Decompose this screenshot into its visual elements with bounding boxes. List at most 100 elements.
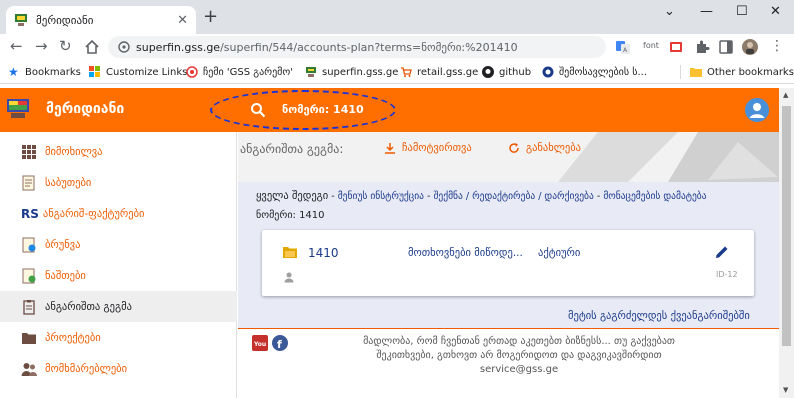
bookmark-label: Customize Links (106, 66, 188, 78)
sidebar-item-chart-of-accounts[interactable]: ანგარიშთა გეგმა (0, 291, 237, 322)
scroll-down-icon[interactable]: ▼ (783, 386, 788, 394)
sidebar-item-label: მიმოხილვა (45, 145, 103, 158)
bookmark-label: Bookmarks (25, 66, 81, 78)
bookmark-retail[interactable]: retail.gss.ge (400, 66, 478, 78)
sidebar-item-overview[interactable]: მიმოხილვა (0, 136, 237, 167)
scroll-up-icon[interactable]: ▲ (783, 91, 788, 99)
grid-icon (22, 144, 36, 159)
sidebar: მიმოხილვა საბუთები RS ანგარიშ-ფაქტურები … (0, 132, 237, 398)
app-name[interactable]: მერიდიანი (46, 101, 124, 117)
browser-tab-strip: მერიდიანი ✕ + ⌄ — ☐ ✕ (0, 0, 794, 34)
bookmark-github[interactable]: github (482, 66, 531, 78)
crumb-menu-instructions[interactable]: მენიუს ინსტრუქცია (338, 191, 424, 202)
bookmark-customize-links[interactable]: Customize Links (89, 66, 187, 78)
more-menu-icon[interactable]: ⋮ (770, 38, 784, 54)
sidebar-item-label: საბუთები (45, 176, 92, 189)
support-email[interactable]: service@gss.ge (334, 363, 704, 377)
account-name[interactable]: მოთხოვნები მიწოდე... (408, 247, 523, 259)
forward-icon[interactable]: → (35, 37, 48, 55)
site-info-icon[interactable] (118, 41, 130, 53)
new-tab-button[interactable]: + (203, 8, 218, 26)
continue-to-subaccounts-link[interactable]: მეტის გაგრძელდეს ქვეანგარიშებში (568, 310, 750, 322)
url-host: superfin.gss.ge (136, 40, 221, 54)
maximize-button[interactable]: ☐ (736, 4, 748, 19)
bookmark-label: შემოსავლების ს... (559, 66, 648, 78)
close-window-button[interactable]: ✕ (770, 4, 781, 19)
sidebar-item-label: ბრუნვა (45, 238, 81, 251)
account-status: აქტიური (538, 247, 581, 259)
page-scrollbar[interactable]: ▲ ▼ (779, 88, 794, 398)
sidebar-item-label: ნაშთები (45, 269, 86, 282)
app-logo-icon[interactable] (6, 98, 30, 120)
user-avatar-icon[interactable] (745, 98, 769, 122)
extension-icon[interactable] (668, 39, 684, 55)
account-card[interactable]: 1410 მოთხოვნები მიწოდე... აქტიური ID-12 (262, 230, 754, 296)
sidebar-item-invoices[interactable]: RS ანგარიშ-ფაქტურები (0, 198, 237, 229)
reload-icon[interactable]: ↻ (59, 37, 72, 55)
edit-icon[interactable] (714, 244, 730, 260)
download-button[interactable]: ჩამოტვირთვა (384, 142, 472, 154)
clipboard-icon (23, 299, 35, 315)
refresh-button[interactable]: განახლება (508, 142, 581, 154)
page-title: ანგარიშთა გეგმა: (240, 142, 344, 156)
account-number[interactable]: 1410 (308, 246, 339, 260)
star-icon: ★ (8, 65, 19, 79)
url-path: /superfin/544/accounts-plan?terms=ნომერი… (220, 40, 518, 54)
search-icon[interactable] (250, 102, 266, 118)
download-icon (385, 143, 395, 154)
active-filter: ნომერი: 1410 (256, 210, 325, 221)
users-icon (21, 362, 37, 376)
bookmark-bookmarks[interactable]: ★ Bookmarks (8, 66, 81, 78)
refresh-icon (509, 143, 519, 153)
page-footer: You f მადლობა, რომ ჩვენთან ერთად აკეთებთ… (238, 328, 779, 398)
chevron-down-icon[interactable]: ⌄ (664, 4, 675, 19)
search-input[interactable]: ნომერი: 1410 (218, 94, 394, 126)
bookmarks-divider (680, 65, 681, 79)
browser-tab[interactable]: მერიდიანი ✕ (6, 6, 196, 34)
sidebar-item-balances[interactable]: ნაშთები (0, 260, 237, 291)
back-icon[interactable]: ← (10, 37, 23, 55)
cart-icon (401, 67, 412, 77)
translate-icon[interactable]: A (615, 39, 631, 55)
gss-icon (186, 66, 198, 78)
rs-icon: RS (21, 206, 39, 221)
turnover-icon (22, 237, 36, 252)
breadcrumb: ყველა შედეგი - მენიუს ინსტრუქცია - შექმნ… (256, 190, 707, 202)
tab-close-icon[interactable]: ✕ (177, 13, 188, 28)
minimize-button[interactable]: — (700, 4, 713, 19)
sidebar-panel-icon[interactable] (718, 39, 734, 55)
search-value: ნომერი: 1410 (282, 103, 364, 116)
sidebar-item-turnover[interactable]: ბრუნვა (0, 229, 237, 260)
main-content: ანგარიშთა გეგმა: ჩამოტვირთვა განახლება ყ… (238, 132, 779, 398)
sidebar-item-label: პროექტები (45, 331, 101, 344)
results-panel: ყველა შედეგი - მენიუს ინსტრუქცია - შექმნ… (238, 182, 779, 328)
github-icon (482, 66, 494, 78)
page-banner: ანგარიშთა გეგმა: ჩამოტვირთვა განახლება (238, 132, 779, 182)
sidebar-item-projects[interactable]: პროექტები (0, 322, 237, 353)
bookmark-gss-environment[interactable]: ჩემი 'GSS გარემო' (186, 66, 293, 78)
crumb-add-data[interactable]: მონაცემების დამატება (603, 191, 706, 202)
browser-toolbar: ← → ↻ superfin.gss.ge/superfin/544/accou… (0, 34, 794, 60)
bookmark-superfin[interactable]: superfin.gss.ge (305, 66, 398, 78)
sidebar-item-label: ანგარიშთა გეგმა (45, 300, 132, 313)
sidebar-item-users[interactable]: მომხმარებლები (0, 353, 237, 384)
bookmark-other[interactable]: Other bookmarks (690, 66, 794, 78)
footer-line-2: შეკითხვები, გთხოვთ არ მოგერიდოთ და დაგვი… (376, 350, 662, 361)
crumb-all-results[interactable]: ყველა შედეგი (256, 190, 328, 202)
profile-avatar-icon[interactable] (742, 39, 758, 55)
folder-icon (690, 68, 702, 77)
sidebar-item-label: მომხმარებლები (45, 362, 128, 375)
folder-icon (22, 332, 36, 344)
address-bar[interactable]: superfin.gss.ge/superfin/544/accounts-pl… (108, 36, 606, 58)
scroll-thumb[interactable] (782, 106, 791, 346)
crumb-create-edit-archive[interactable]: შექმნა / რედაქტირება / დარქივება (433, 191, 593, 202)
puzzle-icon[interactable] (694, 39, 710, 55)
bookmark-label: retail.gss.ge (417, 66, 479, 78)
home-icon[interactable] (84, 39, 100, 55)
font-extension-icon[interactable]: font (643, 41, 659, 50)
social-links: You f (252, 335, 288, 351)
bookmark-revenue-service[interactable]: შემოსავლების ს... (542, 66, 647, 78)
facebook-icon[interactable]: f (272, 335, 288, 351)
youtube-icon[interactable]: You (252, 335, 268, 351)
sidebar-item-documents[interactable]: საბუთები (0, 167, 237, 198)
